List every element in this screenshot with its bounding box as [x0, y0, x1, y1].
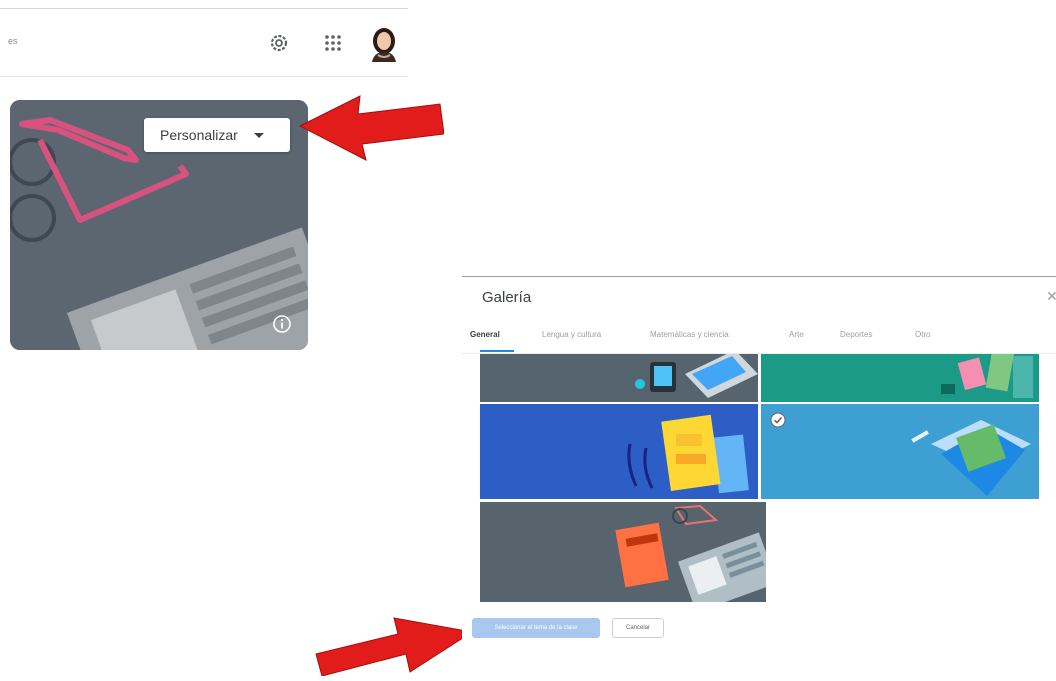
cancel-button[interactable]: Cancelar — [612, 618, 664, 638]
avatar[interactable] — [366, 24, 402, 62]
apps-grid-icon[interactable] — [320, 30, 346, 56]
info-icon[interactable] — [272, 314, 292, 334]
tab-matematicas-y-ciencia[interactable]: Matemáticas y ciencia — [650, 330, 729, 339]
tab-arte[interactable]: Arte — [789, 330, 804, 339]
annotation-arrow-icon — [296, 90, 445, 162]
theme-tile-book-glasses-newspaper[interactable] — [480, 502, 766, 602]
dialog-title: Galería — [482, 289, 532, 306]
dialog-top-border — [462, 276, 1056, 277]
gear-icon[interactable] — [266, 30, 292, 56]
active-tab-indicator — [480, 350, 514, 352]
theme-tile-folder-envelope[interactable] — [761, 404, 1039, 499]
theme-tile-tablet-laptop[interactable] — [480, 354, 758, 402]
header-truncated-text: es — [8, 36, 18, 46]
annotation-arrow-icon — [312, 614, 474, 677]
customize-button[interactable]: Personalizar — [144, 118, 290, 152]
selected-check-icon — [770, 412, 786, 428]
header-divider — [0, 76, 408, 77]
theme-tile-notebook-headphones[interactable] — [480, 404, 758, 499]
tab-lengua-y-cultura[interactable]: Lengua y cultura — [542, 330, 601, 339]
tab-deportes[interactable]: Deportes — [840, 330, 872, 339]
select-theme-button[interactable]: Seleccionar el tema de la clase — [472, 618, 600, 638]
theme-tile-books-teal[interactable] — [761, 354, 1039, 402]
caret-down-icon — [253, 132, 264, 138]
tab-general[interactable]: General — [470, 330, 500, 339]
close-icon[interactable]: ✕ — [1046, 288, 1056, 305]
tab-otro[interactable]: Otro — [915, 330, 931, 339]
top-divider — [0, 8, 408, 9]
customize-label: Personalizar — [160, 127, 238, 143]
